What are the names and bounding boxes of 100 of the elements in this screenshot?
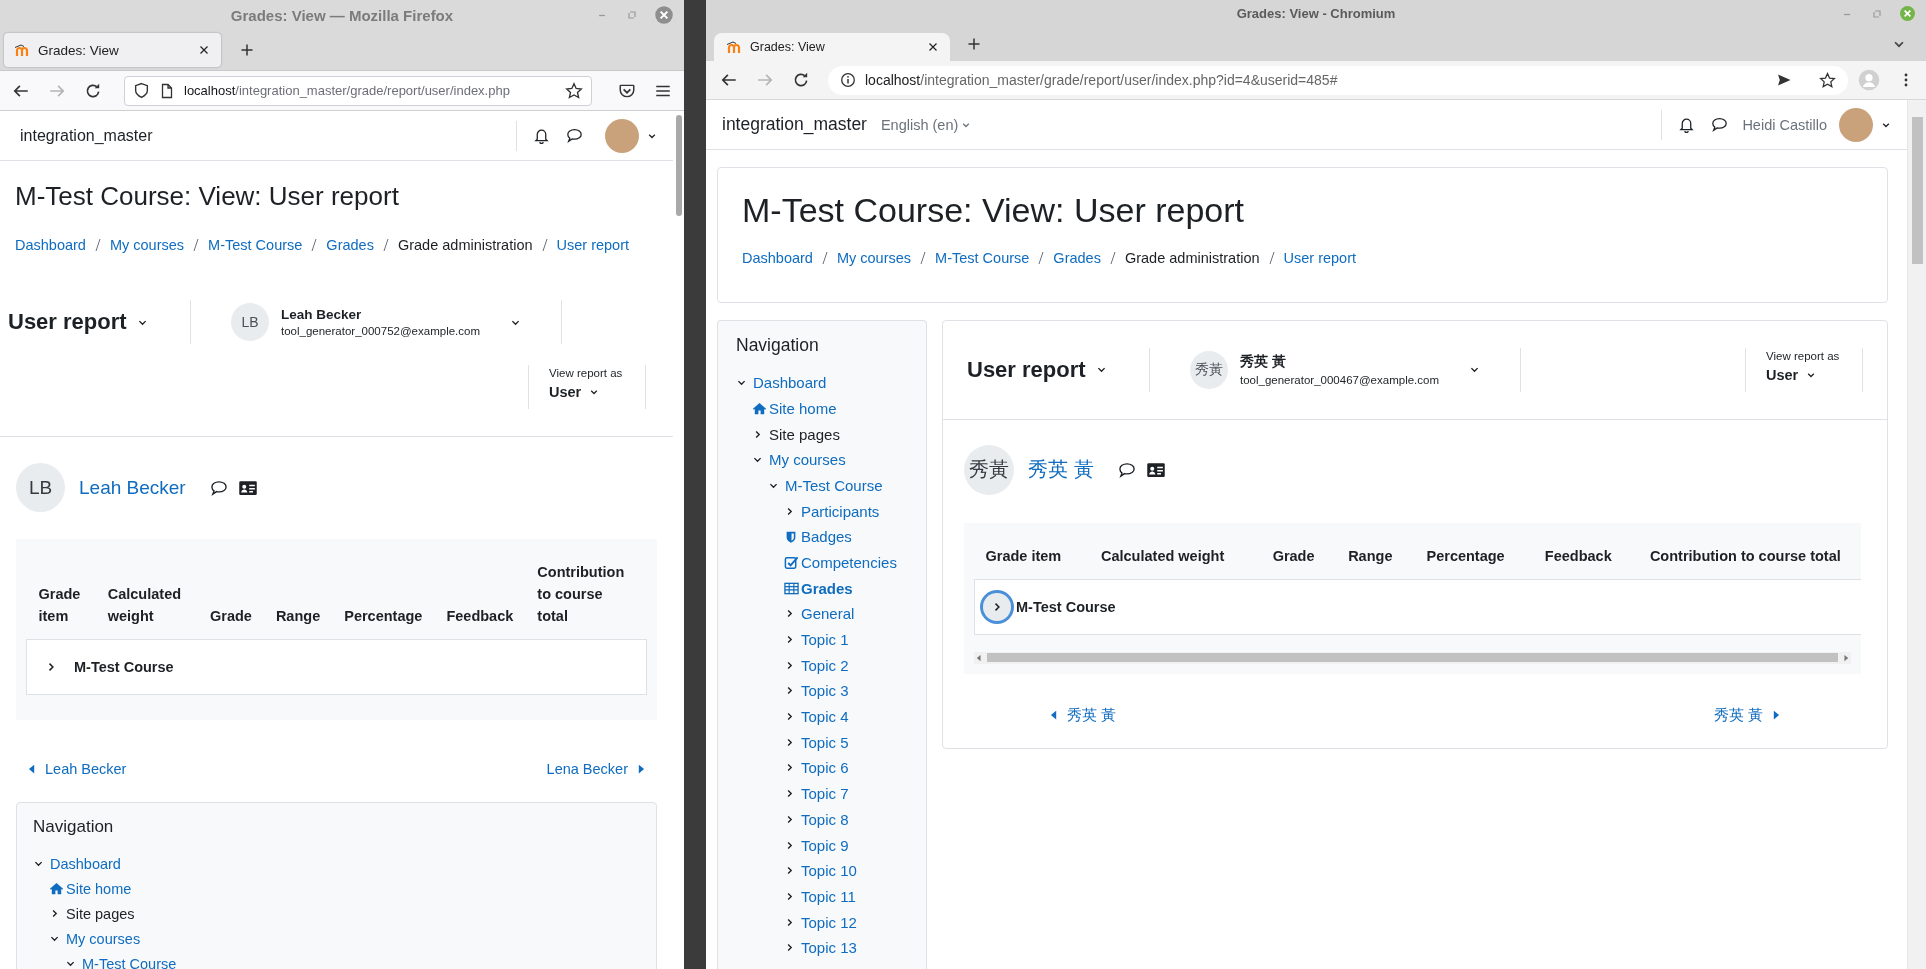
breadcrumb-link[interactable]: My courses — [109, 234, 185, 257]
user-name-link[interactable]: 秀英 黃 — [1028, 456, 1094, 484]
nav-item[interactable]: Topic 10 — [801, 862, 857, 880]
breadcrumb-link[interactable]: User report — [1283, 246, 1357, 269]
page-title: M-Test Course: View: User report — [742, 190, 1245, 231]
nav-item[interactable]: Topic 4 — [801, 708, 849, 726]
nav-item[interactable]: Topic 8 — [801, 810, 849, 828]
new-tab-icon[interactable] — [239, 42, 255, 58]
info-icon[interactable] — [840, 72, 856, 88]
next-user-link[interactable]: 秀英 黃 — [1713, 703, 1783, 726]
nav-item[interactable]: Participants — [801, 502, 880, 520]
nav-item[interactable]: General — [801, 605, 855, 623]
scroll-left-icon[interactable] — [974, 652, 984, 663]
star-icon[interactable] — [1819, 71, 1836, 89]
previous-user-link[interactable]: 秀英 黃 — [1047, 703, 1117, 726]
breadcrumb-separator-icon — [93, 237, 102, 254]
breadcrumb-link[interactable]: My courses — [836, 246, 912, 269]
message-icon[interactable] — [1117, 460, 1136, 479]
reload-icon[interactable] — [84, 81, 102, 100]
star-icon[interactable] — [565, 81, 583, 100]
vertical-scrollbar[interactable] — [1907, 100, 1926, 969]
breadcrumb-separator-icon — [1267, 249, 1276, 266]
block-title: Navigation — [736, 334, 820, 356]
breadcrumb-link[interactable]: Grades — [326, 234, 374, 257]
breadcrumb-separator-icon — [919, 249, 928, 266]
send-icon[interactable] — [1776, 72, 1792, 88]
previous-user-link[interactable]: Leah Becker — [25, 758, 127, 781]
user-initials: 秀黃 — [964, 444, 1014, 495]
view-as-menu[interactable]: View report as User — [1746, 347, 1862, 392]
language-menu[interactable]: English (en) — [880, 116, 972, 133]
expand-button[interactable] — [983, 592, 1011, 621]
nav-item[interactable]: Site home — [769, 399, 837, 417]
user-selector[interactable]: LB Leah Becker tool_generator_000752@example.com — [191, 300, 561, 345]
address-bar[interactable]: localhost/integration_master/grade/report/user/index.php — [124, 75, 592, 106]
shield-icon — [784, 529, 798, 544]
breadcrumb-link[interactable]: Dashboard — [15, 234, 86, 257]
user-name-link[interactable]: Leah Becker — [79, 476, 186, 499]
nav-item[interactable]: Topic 3 — [801, 682, 849, 700]
view-as-menu[interactable]: View report as User — [529, 365, 645, 410]
site-logo-icon — [726, 39, 742, 55]
nav-item[interactable]: M-Test Course — [82, 955, 177, 969]
user-name: 秀英 黃 — [1240, 353, 1287, 372]
breadcrumb-link[interactable]: User report — [556, 234, 630, 257]
nav-item[interactable]: M-Test Course — [785, 476, 883, 494]
column-header: Grade item — [974, 532, 1090, 580]
bell-icon[interactable] — [533, 127, 550, 144]
nav-item[interactable]: Dashboard — [753, 374, 827, 392]
scroll-right-icon[interactable] — [1841, 652, 1851, 663]
nav-item[interactable]: Site pages — [769, 425, 840, 443]
user-name: Leah Becker — [281, 307, 363, 323]
breadcrumb-separator-icon — [540, 237, 549, 254]
breadcrumb-separator-icon — [820, 249, 829, 266]
nav-item[interactable]: Topic 1 — [801, 631, 849, 648]
nav-item[interactable]: Grades — [801, 579, 853, 597]
nav-item[interactable]: Topic 11 — [801, 887, 856, 905]
site-name[interactable]: integration_master — [20, 126, 153, 145]
report-menu[interactable]: User report — [8, 300, 190, 345]
breadcrumb-separator-icon — [381, 237, 390, 254]
new-tab-icon[interactable] — [966, 36, 982, 52]
nav-item[interactable]: Dashboard — [50, 855, 121, 872]
user-initials: LB — [16, 463, 65, 513]
address-bar[interactable]: localhost/integration_master/grade/report/user/index.php?id=4&userid=485# — [828, 65, 1848, 95]
home-icon — [752, 400, 767, 416]
column-header: Contribution to course total — [1638, 532, 1861, 580]
user-selector[interactable]: 秀黃 秀英 黃 tool_generator_000467@example.com — [1150, 347, 1520, 392]
breadcrumb-link[interactable]: Grades — [1053, 246, 1101, 269]
nav-item[interactable]: Topic 6 — [801, 759, 849, 777]
chat-icon[interactable] — [1711, 116, 1729, 133]
nav-item[interactable]: Competencies — [801, 553, 897, 571]
nav-item[interactable]: Site pages — [66, 905, 135, 922]
nav-item[interactable]: Site home — [66, 880, 132, 897]
nav-item[interactable]: My courses — [769, 451, 846, 469]
site-name[interactable]: integration_master — [722, 114, 867, 135]
nav-item[interactable]: Topic 12 — [801, 913, 857, 931]
report-menu[interactable]: User report — [967, 347, 1149, 392]
bell-icon[interactable] — [1678, 116, 1696, 133]
breadcrumb-separator-icon — [1108, 249, 1117, 266]
breadcrumb-link[interactable]: Dashboard — [742, 246, 813, 269]
shield-icon[interactable] — [133, 82, 150, 99]
chat-icon[interactable] — [566, 127, 583, 144]
next-user-link[interactable]: Lena Becker — [546, 758, 648, 781]
breadcrumb-link[interactable]: M-Test Course — [208, 234, 303, 257]
nav-item[interactable]: Topic 2 — [801, 656, 849, 674]
nav-item[interactable]: Topic 9 — [801, 836, 849, 854]
breadcrumb-separator-icon — [310, 237, 319, 254]
message-icon[interactable] — [209, 478, 228, 497]
browser-tab[interactable]: Grades: View — [714, 33, 950, 61]
column-header: Calculated weight — [1090, 532, 1262, 580]
nav-item[interactable]: My courses — [66, 930, 141, 947]
table-icon — [784, 580, 799, 596]
nav-item[interactable]: Badges — [801, 528, 852, 546]
horizontal-scrollbar[interactable] — [974, 651, 1851, 664]
nav-item[interactable]: Topic 13 — [801, 939, 857, 957]
breadcrumb-link[interactable]: M-Test Course — [935, 246, 1030, 269]
nav-item[interactable]: Topic 5 — [801, 733, 849, 751]
user-name[interactable]: Heidi Castillo — [1742, 116, 1827, 133]
column-header: Percentage — [332, 549, 435, 640]
nav-item[interactable]: Topic 7 — [801, 785, 849, 803]
reload-icon[interactable] — [792, 71, 810, 89]
browser-tab[interactable]: Grades: View — [4, 33, 221, 67]
